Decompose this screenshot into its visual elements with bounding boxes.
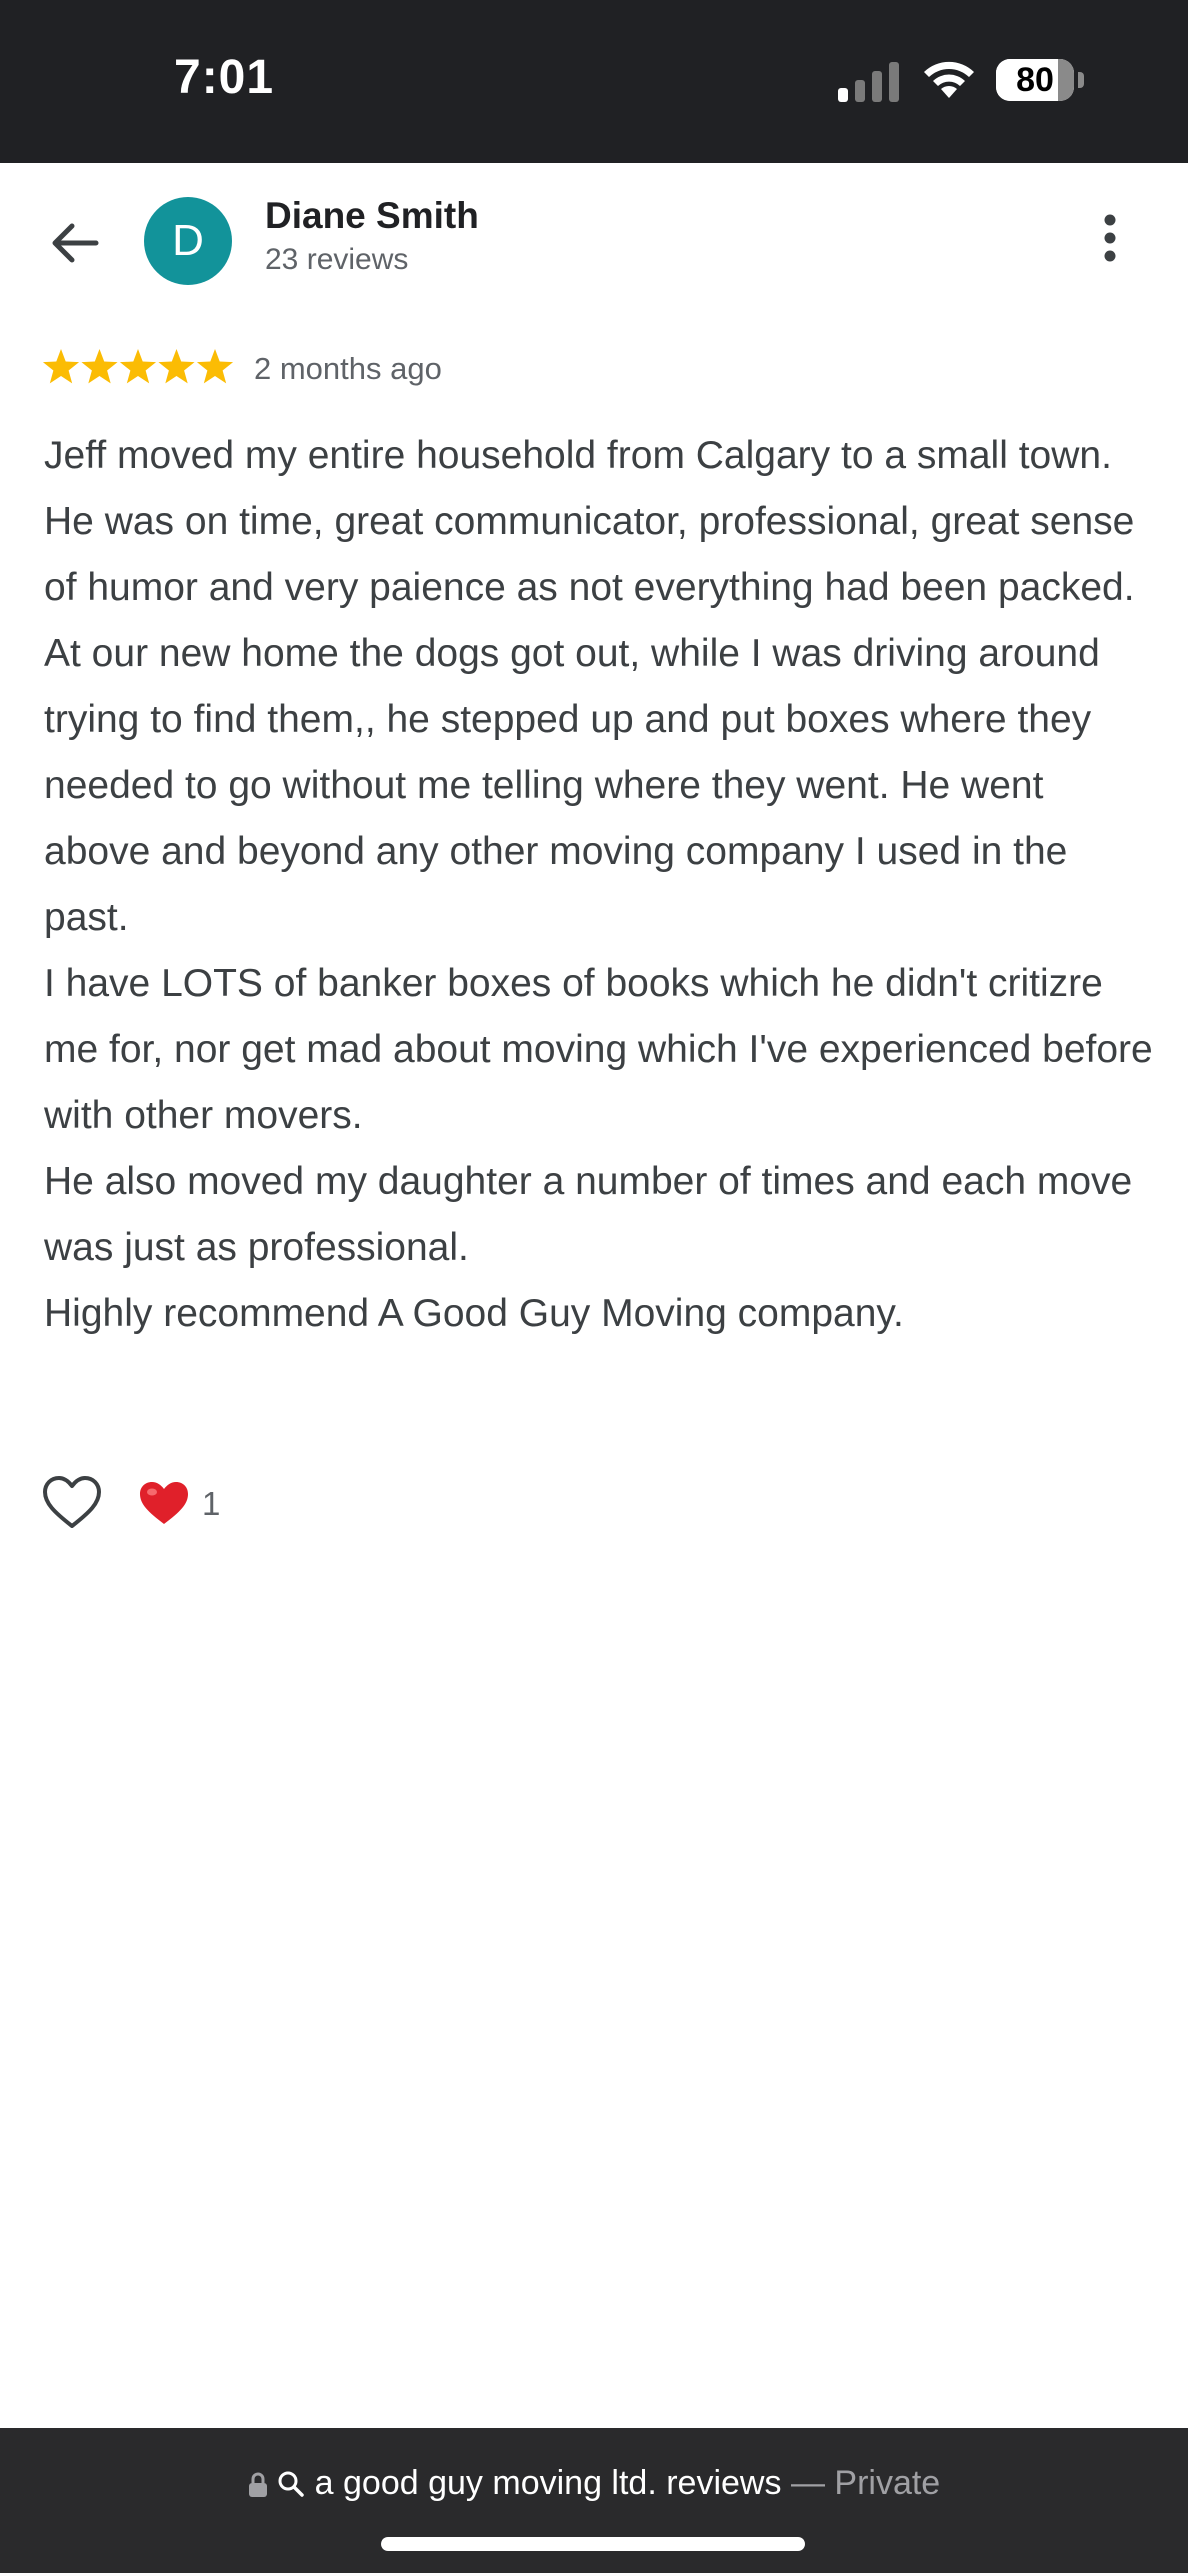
home-indicator[interactable] [381, 2537, 805, 2551]
lock-icon [248, 2472, 267, 2497]
status-bar: 7:01 80 [0, 0, 1188, 163]
separator: — [790, 2464, 825, 2502]
star-rating [42, 349, 234, 384]
wifi-icon [924, 61, 974, 98]
battery-cap [1078, 72, 1084, 88]
avatar[interactable]: D [144, 197, 232, 285]
search-icon [278, 2471, 304, 2497]
address-field[interactable]: a good guy moving ltd. reviews — Private [0, 2464, 1188, 2503]
review-paragraph: Jeff moved my entire household from Calg… [44, 434, 1135, 939]
review-paragraph: Highly recommend A Good Guy Moving compa… [44, 1292, 904, 1335]
review-paragraph: He also moved my daughter a number of ti… [44, 1160, 1133, 1269]
like-button[interactable] [42, 1475, 102, 1531]
star-icon [119, 349, 157, 384]
review-date: 2 months ago [254, 351, 442, 386]
arrow-back-icon [52, 223, 99, 263]
back-button[interactable] [44, 213, 104, 273]
reviewer-review-count[interactable]: 23 reviews [265, 243, 408, 277]
battery-percentage: 80 [1016, 61, 1054, 99]
reaction-count: 1 [202, 1485, 221, 1522]
reviewer-name[interactable]: Diane Smith [265, 195, 479, 237]
red-heart-icon[interactable] [138, 1479, 190, 1527]
browser-address-bar: a good guy moving ltd. reviews — Private [0, 2428, 1188, 2573]
star-icon [81, 349, 118, 384]
star-icon [196, 349, 234, 384]
more-vert-icon [1104, 214, 1116, 262]
review-text: Jeff moved my entire household from Calg… [44, 423, 1154, 1347]
star-icon [42, 349, 80, 384]
battery-icon: 80 [996, 59, 1074, 101]
reviewer-header: D Diane Smith 23 reviews [0, 163, 1188, 313]
search-query: a good guy moving ltd. reviews [314, 2464, 782, 2502]
review-paragraph: I have LOTS of banker boxes of books whi… [44, 962, 1153, 1137]
more-options-button[interactable] [1090, 208, 1130, 268]
status-time: 7:01 [174, 51, 275, 104]
private-mode-label: Private [834, 2464, 941, 2502]
star-icon [158, 349, 195, 384]
cellular-signal-icon [838, 62, 899, 102]
heart-outline-icon [43, 1476, 101, 1528]
